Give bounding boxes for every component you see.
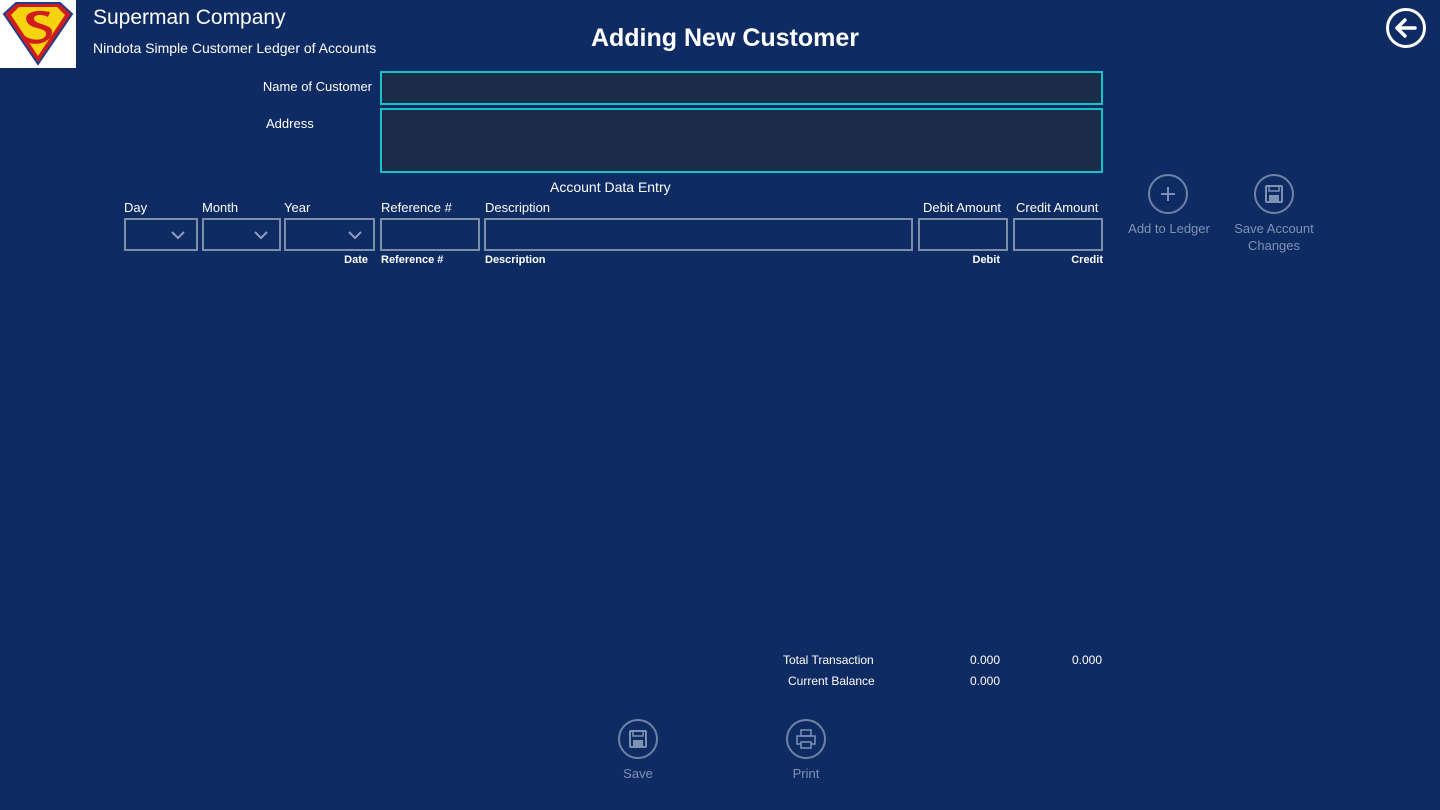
add-to-ledger-button[interactable]: [1148, 174, 1188, 214]
description-label: Description: [485, 200, 551, 215]
total-debit-value: 0.000: [969, 653, 1000, 667]
save-account-changes-label-line1: Save Account: [1234, 221, 1314, 236]
total-transaction-label: Total Transaction: [783, 653, 874, 667]
customer-address-input[interactable]: [380, 108, 1103, 173]
printer-icon: [796, 729, 816, 749]
month-select[interactable]: [202, 218, 281, 251]
save-button[interactable]: [618, 719, 658, 759]
column-header-date: Date: [344, 254, 368, 266]
debit-amount-input[interactable]: [918, 218, 1008, 251]
page-title: Adding New Customer: [590, 24, 860, 52]
save-account-changes-button[interactable]: [1254, 174, 1294, 214]
current-balance-label: Current Balance: [788, 674, 875, 688]
arrow-left-icon: [1395, 18, 1417, 38]
superman-logo: [0, 0, 76, 68]
floppy-disk-icon: [629, 730, 647, 748]
current-balance-value: 0.000: [969, 674, 1000, 688]
save-label: Save: [623, 766, 653, 781]
name-label: Name of Customer: [262, 79, 372, 94]
reference-input[interactable]: [380, 218, 480, 251]
debit-amount-label: Debit Amount: [923, 200, 1002, 215]
chevron-down-icon: [254, 231, 268, 240]
credit-amount-input[interactable]: [1013, 218, 1103, 251]
company-name: Superman Company: [93, 6, 286, 29]
save-account-changes-label-line2: Changes: [1247, 238, 1301, 253]
total-credit-value: 0.000: [1071, 653, 1102, 667]
app-subtitle: Nindota Simple Customer Ledger of Accoun…: [93, 40, 377, 56]
floppy-disk-icon: [1265, 185, 1283, 203]
plus-icon: [1161, 187, 1175, 201]
month-label: Month: [202, 200, 239, 215]
customer-name-input[interactable]: [380, 71, 1103, 105]
day-select[interactable]: [124, 218, 198, 251]
column-header-description: Description: [485, 254, 546, 266]
reference-label: Reference #: [381, 200, 452, 215]
credit-amount-label: Credit Amount: [1016, 200, 1099, 215]
add-to-ledger-label: Add to Ledger: [1128, 221, 1210, 236]
print-button[interactable]: [786, 719, 826, 759]
column-header-credit: Credit: [1071, 254, 1103, 266]
address-label: Address: [266, 116, 314, 131]
day-label: Day: [124, 200, 148, 215]
year-select[interactable]: [284, 218, 375, 251]
print-label: Print: [792, 766, 820, 781]
column-header-debit: Debit: [972, 254, 1001, 266]
column-header-reference: Reference #: [381, 254, 444, 266]
back-button[interactable]: [1386, 8, 1426, 48]
entry-section-title: Account Data Entry: [550, 179, 671, 195]
description-input[interactable]: [484, 218, 913, 251]
chevron-down-icon: [348, 231, 362, 240]
year-label: Year: [284, 200, 311, 215]
chevron-down-icon: [171, 231, 185, 240]
